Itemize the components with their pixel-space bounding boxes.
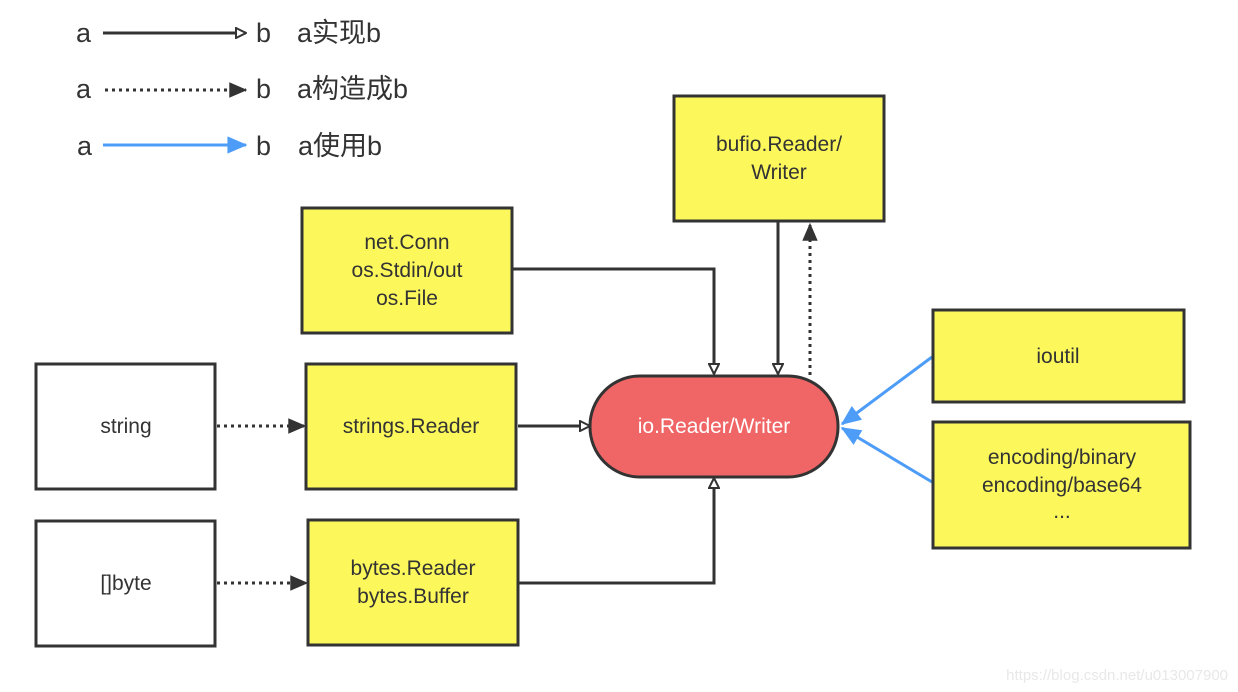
node-ioutil: ioutil <box>931 308 1186 404</box>
legend-label: a实现b <box>297 18 381 48</box>
legend-label: a构造成b <box>297 74 408 104</box>
legend-to: b <box>256 131 271 161</box>
node-label: bufio.Reader/ <box>716 133 842 156</box>
legend-implements: a b a实现b <box>76 18 381 48</box>
node-label: strings.Reader <box>343 415 480 438</box>
legend-from: a <box>76 74 92 104</box>
diagram-canvas: a b a实现b a b a构造成b a b a使用b bufio.Reader… <box>34 18 1228 684</box>
legend-to: b <box>256 18 271 48</box>
node-label: ... <box>1053 500 1071 523</box>
edge-ioutil-to-core <box>840 355 933 426</box>
node-core: io.Reader/Writer <box>588 374 840 479</box>
watermark: https://blog.csdn.net/u013007900 <box>1006 667 1228 684</box>
node-label: net.Conn <box>364 231 449 254</box>
node-string: string <box>34 362 217 491</box>
node-label: string <box>100 415 151 438</box>
node-label: bytes.Buffer <box>357 585 469 608</box>
legend-uses: a b a使用b <box>77 131 382 161</box>
node-byte: []byte <box>34 519 217 648</box>
node-label: Writer <box>751 161 807 184</box>
node-label: bytes.Reader <box>351 557 476 580</box>
node-label: os.File <box>376 287 438 310</box>
node-label: ioutil <box>1036 345 1079 368</box>
node-label: io.Reader/Writer <box>638 415 791 438</box>
node-label: os.Stdin/out <box>352 259 463 282</box>
node-bytes-reader: bytes.Reader bytes.Buffer <box>306 518 520 647</box>
node-bufio: bufio.Reader/ Writer <box>672 94 886 223</box>
node-net: net.Conn os.Stdin/out os.File <box>300 206 514 335</box>
edge-net-to-core <box>513 267 714 374</box>
node-label: encoding/base64 <box>982 474 1142 497</box>
node-encoding: encoding/binary encoding/base64 ... <box>931 420 1192 550</box>
legend-to: b <box>256 74 271 104</box>
legend-from: a <box>76 18 92 48</box>
edge-bytes-reader-to-core <box>519 478 714 585</box>
legend-from: a <box>77 131 93 161</box>
legend-constructs: a b a构造成b <box>76 74 408 104</box>
node-strings-reader: strings.Reader <box>304 362 518 491</box>
edge-encoding-to-core <box>840 426 933 484</box>
legend-label: a使用b <box>298 131 382 161</box>
node-label: []byte <box>100 572 151 595</box>
node-label: encoding/binary <box>988 446 1137 469</box>
legend: a b a实现b a b a构造成b a b a使用b <box>76 18 408 161</box>
